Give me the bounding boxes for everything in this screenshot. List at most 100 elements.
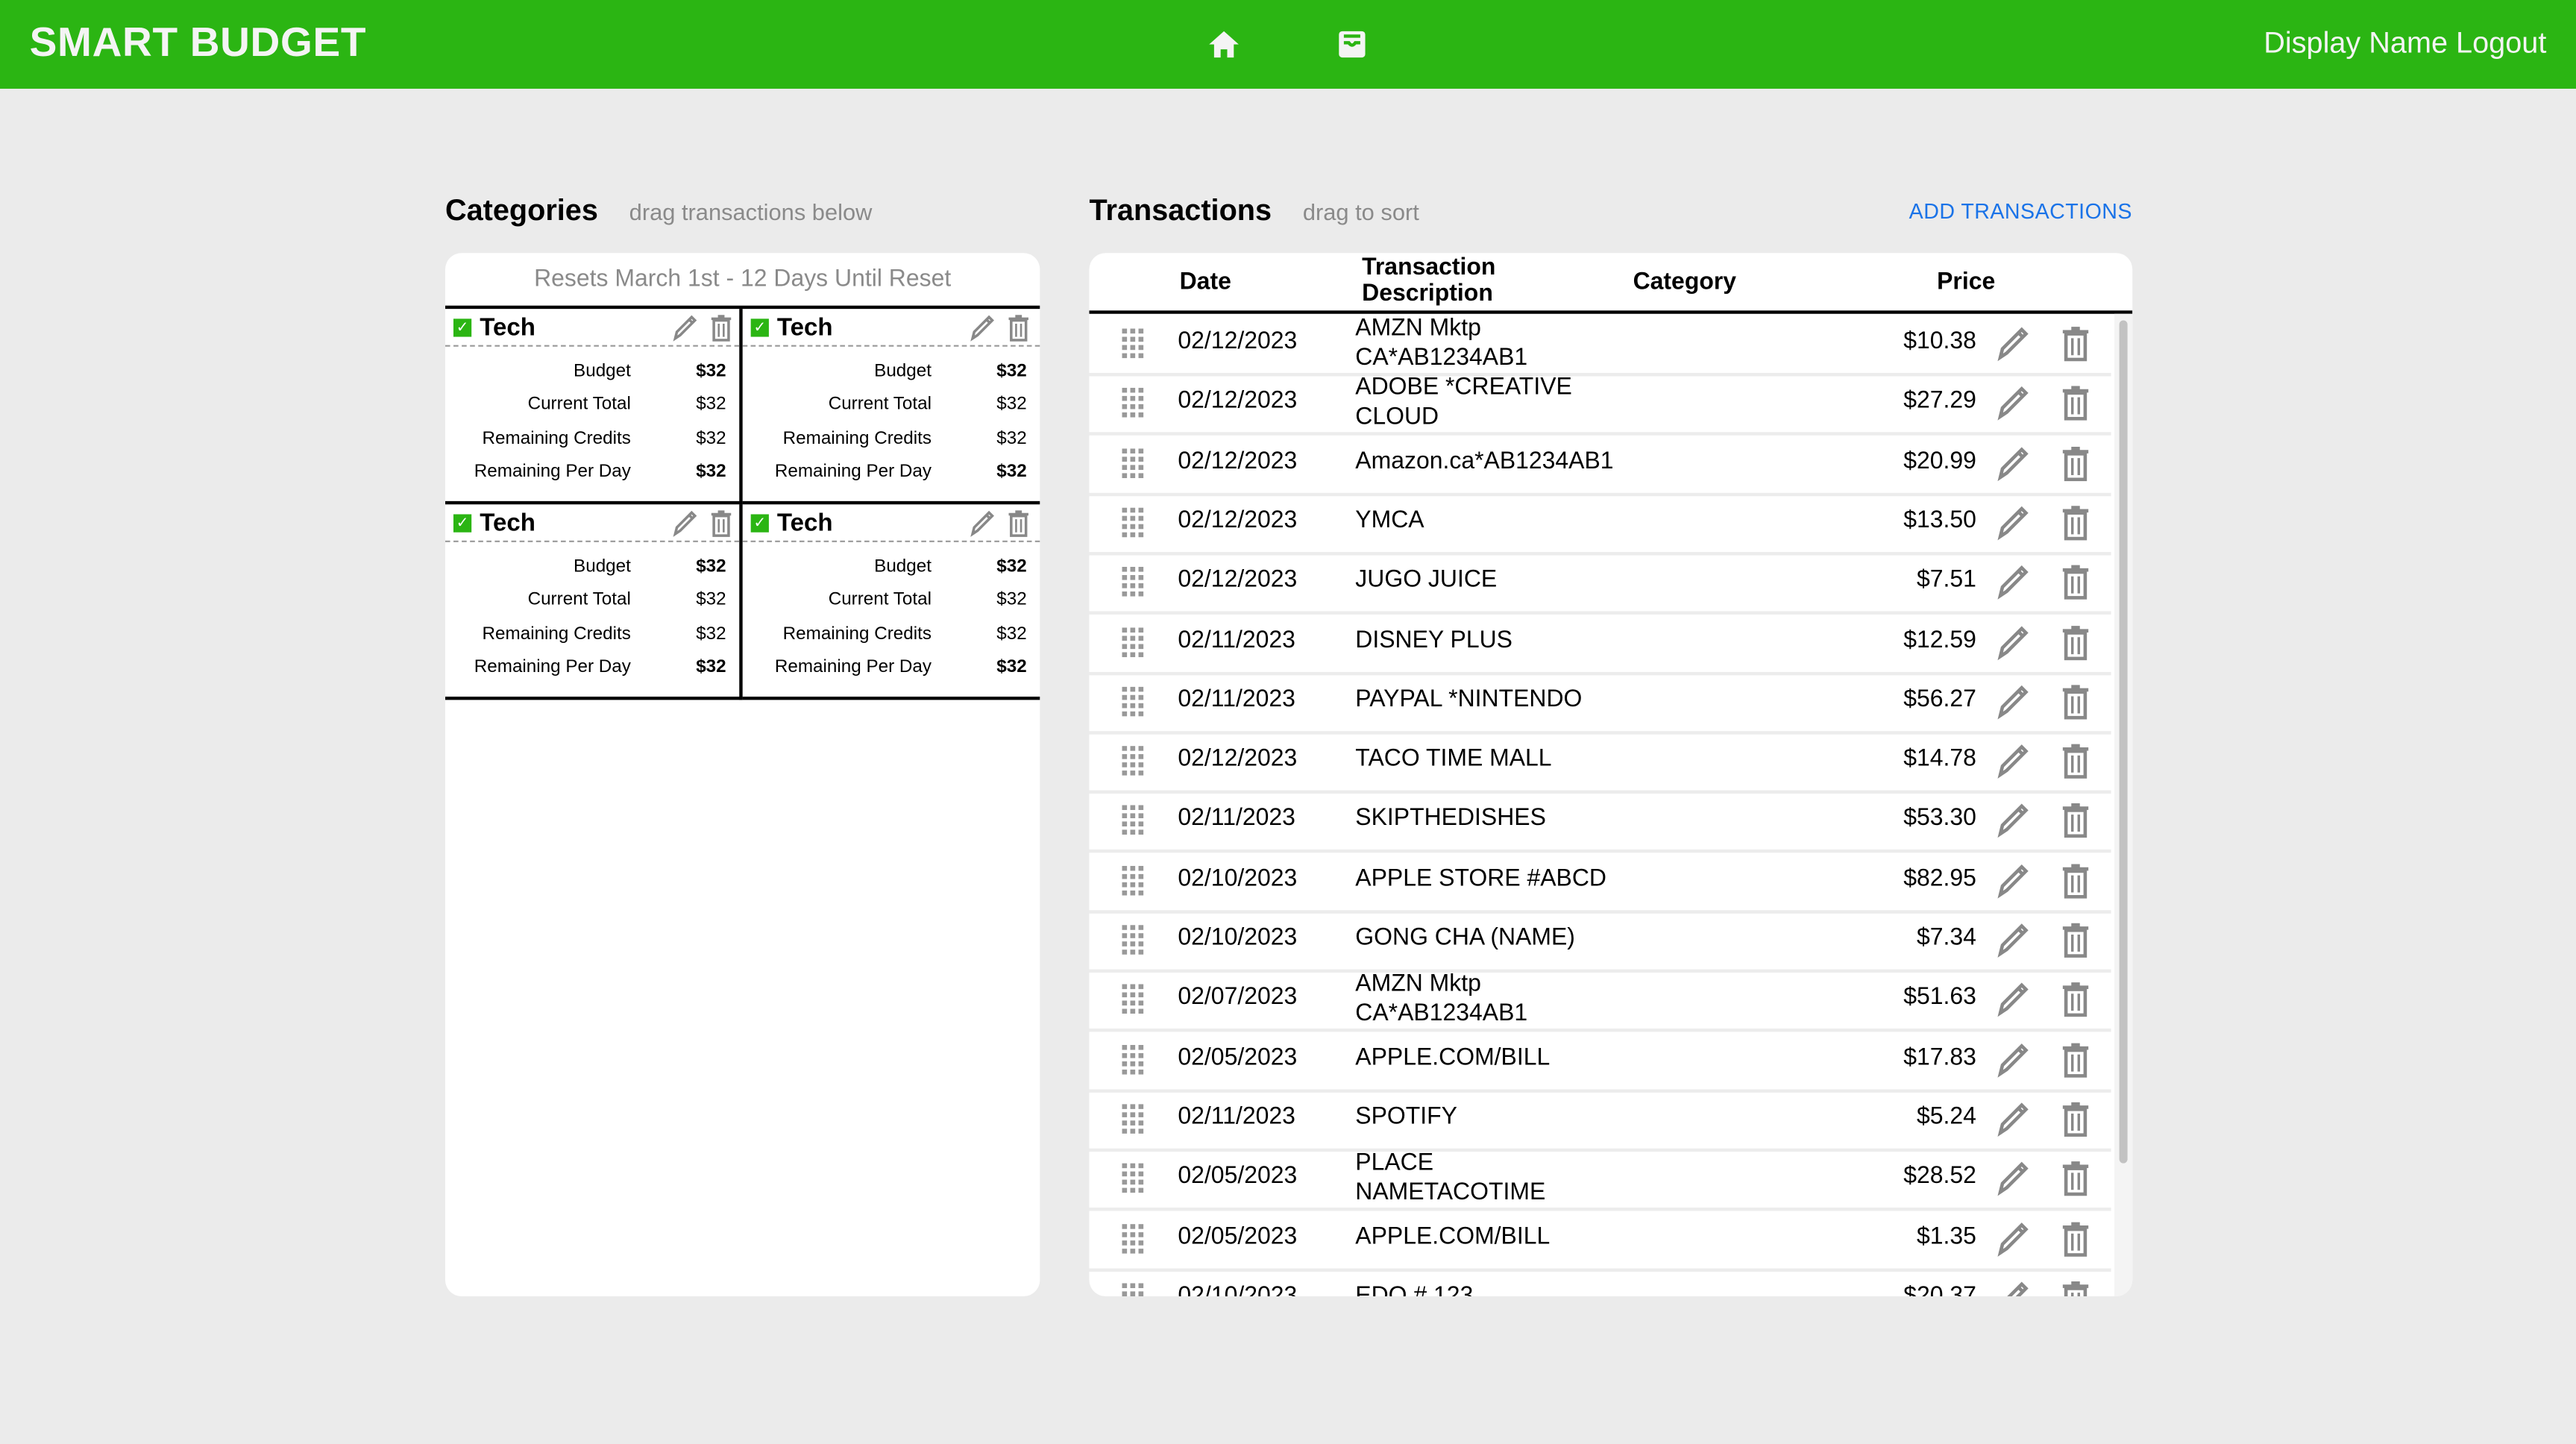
column-price[interactable]: Price (1937, 269, 1995, 295)
transaction-row[interactable]: 02/11/2023 SKIPTHEDISHES $53.30 (1089, 791, 2111, 854)
category-card[interactable]: ✓ Tech Budget $32 Current Total $32 Remainin… (742, 309, 1040, 505)
home-icon[interactable] (1207, 28, 1240, 60)
categories-title: Categories (444, 193, 598, 227)
stat-label: Remaining Per Day (474, 657, 631, 677)
transaction-row[interactable]: 02/05/2023 APPLE.COM/BILL $1.35 (1089, 1208, 2111, 1271)
delete-trash-icon[interactable] (2058, 445, 2093, 489)
column-date[interactable]: Date (1180, 269, 1231, 295)
drag-handle-icon[interactable] (1122, 567, 1146, 603)
transaction-row[interactable]: 02/12/2023 Amazon.ca*AB1234AB1 $20.99 (1089, 433, 2111, 496)
delete-trash-icon[interactable] (2058, 1220, 2093, 1265)
drag-handle-icon[interactable] (1122, 448, 1146, 483)
drag-handle-icon[interactable] (1122, 1282, 1146, 1296)
inbox-icon[interactable] (1336, 28, 1369, 60)
drag-handle-icon[interactable] (1122, 388, 1146, 424)
edit-pencil-icon[interactable] (1996, 1101, 2030, 1146)
transaction-row[interactable]: 02/11/2023 DISNEY PLUS $12.59 (1089, 612, 2111, 675)
transaction-row[interactable]: 02/12/2023 AMZN Mktp CA*AB1234AB1 $10.38 (1089, 314, 2111, 377)
delete-trash-icon[interactable] (2058, 325, 2093, 370)
category-card[interactable]: ✓ Tech Budget $32 Current Total $32 Remainin… (742, 504, 1040, 700)
category-card[interactable]: ✓ Tech Budget $32 Current Total $32 Remainin… (444, 309, 743, 505)
edit-pencil-icon[interactable] (1996, 564, 2030, 609)
drag-handle-icon[interactable] (1122, 686, 1146, 722)
drag-handle-icon[interactable] (1122, 507, 1146, 543)
add-transactions-button[interactable]: ADD TRANSACTIONS (1909, 199, 2132, 224)
drag-handle-icon[interactable] (1122, 1044, 1146, 1080)
transaction-row[interactable]: 02/11/2023 PAYPAL *NINTENDO $56.27 (1089, 671, 2111, 735)
delete-trash-icon[interactable] (2058, 743, 2093, 788)
edit-pencil-icon[interactable] (1996, 385, 2030, 430)
drag-handle-icon[interactable] (1122, 925, 1146, 961)
drag-handle-icon[interactable] (1122, 1104, 1146, 1140)
delete-trash-icon[interactable] (2058, 624, 2093, 668)
edit-pencil-icon[interactable] (672, 509, 698, 537)
transaction-row[interactable]: 02/12/2023 YMCA $13.50 (1089, 493, 2111, 556)
edit-pencil-icon[interactable] (1996, 624, 2030, 668)
edit-pencil-icon[interactable] (1996, 1220, 2030, 1265)
drag-handle-icon[interactable] (1122, 746, 1146, 782)
transaction-row[interactable]: 02/05/2023 APPLE.COM/BILL $17.83 (1089, 1029, 2111, 1092)
category-checkbox[interactable]: ✓ (453, 514, 472, 533)
delete-trash-icon[interactable] (2058, 982, 2093, 1026)
edit-pencil-icon[interactable] (1996, 803, 2030, 847)
drag-handle-icon[interactable] (1122, 1163, 1146, 1199)
delete-trash-icon[interactable] (2058, 504, 2093, 549)
transaction-row[interactable]: 02/07/2023 AMZN Mktp CA*AB1234AB1 $51.63 (1089, 970, 2111, 1033)
edit-pencil-icon[interactable] (672, 314, 698, 342)
edit-pencil-icon[interactable] (1996, 862, 2030, 907)
transaction-row[interactable]: 02/11/2023 SPOTIFY $5.24 (1089, 1089, 2111, 1152)
edit-pencil-icon[interactable] (970, 509, 996, 537)
delete-trash-icon[interactable] (708, 509, 734, 537)
transaction-row[interactable]: 02/05/2023 PLACE NAMETACOTIME $28.52 (1089, 1149, 2111, 1211)
drag-handle-icon[interactable] (1122, 806, 1146, 841)
transaction-row[interactable]: 02/12/2023 ADOBE *CREATIVE CLOUD $27.29 (1089, 374, 2111, 436)
edit-pencil-icon[interactable] (1996, 982, 2030, 1026)
column-description[interactable]: Transaction Description (1362, 254, 1495, 307)
edit-pencil-icon[interactable] (1996, 504, 2030, 549)
edit-pencil-icon[interactable] (1996, 1161, 2030, 1205)
edit-pencil-icon[interactable] (1996, 445, 2030, 489)
delete-trash-icon[interactable] (2058, 385, 2093, 430)
transaction-row[interactable]: 02/12/2023 JUGO JUICE $7.51 (1089, 553, 2111, 615)
transaction-row[interactable]: 02/10/2023 EDO # 123 $20.37 (1089, 1268, 2111, 1297)
delete-trash-icon[interactable] (2058, 1101, 2093, 1146)
drag-handle-icon[interactable] (1122, 1222, 1146, 1259)
drag-handle-icon[interactable] (1122, 865, 1146, 901)
drag-handle-icon[interactable] (1122, 328, 1146, 365)
stat-label: Budget (874, 556, 932, 577)
user-logout-link[interactable]: Display Name Logout (2264, 26, 2546, 60)
edit-pencil-icon[interactable] (1996, 1041, 2030, 1086)
edit-pencil-icon[interactable] (1996, 743, 2030, 788)
edit-pencil-icon[interactable] (1996, 683, 2030, 728)
drag-handle-icon[interactable] (1122, 985, 1146, 1020)
delete-trash-icon[interactable] (2058, 862, 2093, 907)
transaction-row[interactable]: 02/10/2023 APPLE STORE #ABCD $82.95 (1089, 850, 2111, 914)
transaction-date: 02/12/2023 (1178, 328, 1298, 355)
category-checkbox[interactable]: ✓ (750, 514, 769, 533)
delete-trash-icon[interactable] (1005, 509, 1031, 537)
transaction-row[interactable]: 02/10/2023 GONG CHA (NAME) $7.34 (1089, 910, 2111, 973)
scrollbar[interactable] (2114, 313, 2133, 1297)
drag-handle-icon[interactable] (1122, 627, 1146, 662)
category-stat-row: Remaining Per Day $32 (743, 658, 1040, 681)
scrollbar-thumb[interactable] (2119, 320, 2128, 1164)
category-checkbox[interactable]: ✓ (750, 318, 769, 337)
delete-trash-icon[interactable] (2058, 1161, 2093, 1205)
edit-pencil-icon[interactable] (1996, 922, 2030, 967)
edit-pencil-icon[interactable] (1996, 1280, 2030, 1297)
delete-trash-icon[interactable] (2058, 683, 2093, 728)
category-card[interactable]: ✓ Tech Budget $32 Current Total $32 Remainin… (444, 504, 743, 700)
delete-trash-icon[interactable] (2058, 803, 2093, 847)
column-category[interactable]: Category (1633, 269, 1736, 295)
edit-pencil-icon[interactable] (970, 314, 996, 342)
delete-trash-icon[interactable] (2058, 922, 2093, 967)
delete-trash-icon[interactable] (708, 314, 734, 342)
category-checkbox[interactable]: ✓ (453, 318, 472, 337)
edit-pencil-icon[interactable] (1996, 325, 2030, 370)
delete-trash-icon[interactable] (2058, 564, 2093, 609)
app-logo[interactable]: SMART BUDGET (30, 19, 367, 67)
delete-trash-icon[interactable] (2058, 1041, 2093, 1086)
transaction-row[interactable]: 02/12/2023 TACO TIME MALL $14.78 (1089, 731, 2111, 794)
delete-trash-icon[interactable] (2058, 1280, 2093, 1297)
delete-trash-icon[interactable] (1005, 314, 1031, 342)
